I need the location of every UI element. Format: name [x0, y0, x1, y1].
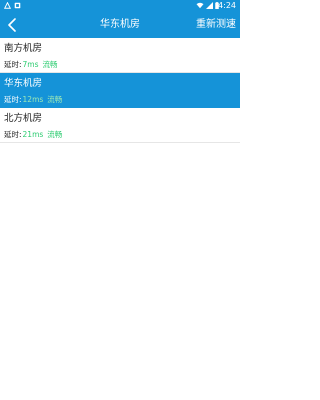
page-title: 华东机房 — [100, 19, 140, 30]
status-text: 流畅 — [42, 60, 58, 69]
room-name: 南方机房 — [4, 43, 43, 54]
retest-speed-button[interactable]: 重新测速 — [196, 12, 236, 38]
room-latency: 延时:21ms 流畅 — [4, 130, 62, 140]
list-item-south-room[interactable]: 南方机房 延时:7ms 流畅 — [0, 38, 240, 73]
list-item-north-room[interactable]: 北方机房 延时:21ms 流畅 — [0, 108, 240, 143]
back-button[interactable] — [2, 14, 22, 36]
status-time: 4:24 — [218, 1, 236, 10]
latency-label: 延时: — [4, 95, 22, 104]
latency-label: 延时: — [4, 130, 22, 139]
latency-value: 21ms — [22, 130, 44, 139]
app-bar: 华东机房 重新测速 — [0, 12, 240, 38]
list-item-east-china-room[interactable]: 华东机房 延时:12ms 流畅 — [0, 73, 240, 108]
room-name: 北方机房 — [4, 113, 43, 124]
room-name: 华东机房 — [4, 78, 43, 89]
chevron-left-icon — [8, 18, 16, 32]
room-latency: 延时:12ms 流畅 — [4, 95, 62, 105]
latency-value: 7ms — [22, 60, 39, 69]
notification-square-icon — [14, 2, 21, 9]
android-debug-icon — [4, 2, 11, 9]
status-text: 流畅 — [47, 95, 63, 104]
signal-icon — [206, 2, 213, 9]
latency-label: 延时: — [4, 60, 22, 69]
room-latency: 延时:7ms 流畅 — [4, 60, 58, 70]
latency-value: 12ms — [22, 95, 44, 104]
room-list: 南方机房 延时:7ms 流畅 华东机房 延时:12ms 流畅 北方机房 延时:21m… — [0, 38, 240, 143]
screen: 4:24 华东机房 重新测速 南方机房 延时:7ms 流畅 华东机房 延时:12m… — [0, 0, 240, 400]
status-bar: 4:24 — [0, 0, 240, 12]
status-text: 流畅 — [47, 130, 63, 139]
wifi-icon — [196, 2, 204, 9]
